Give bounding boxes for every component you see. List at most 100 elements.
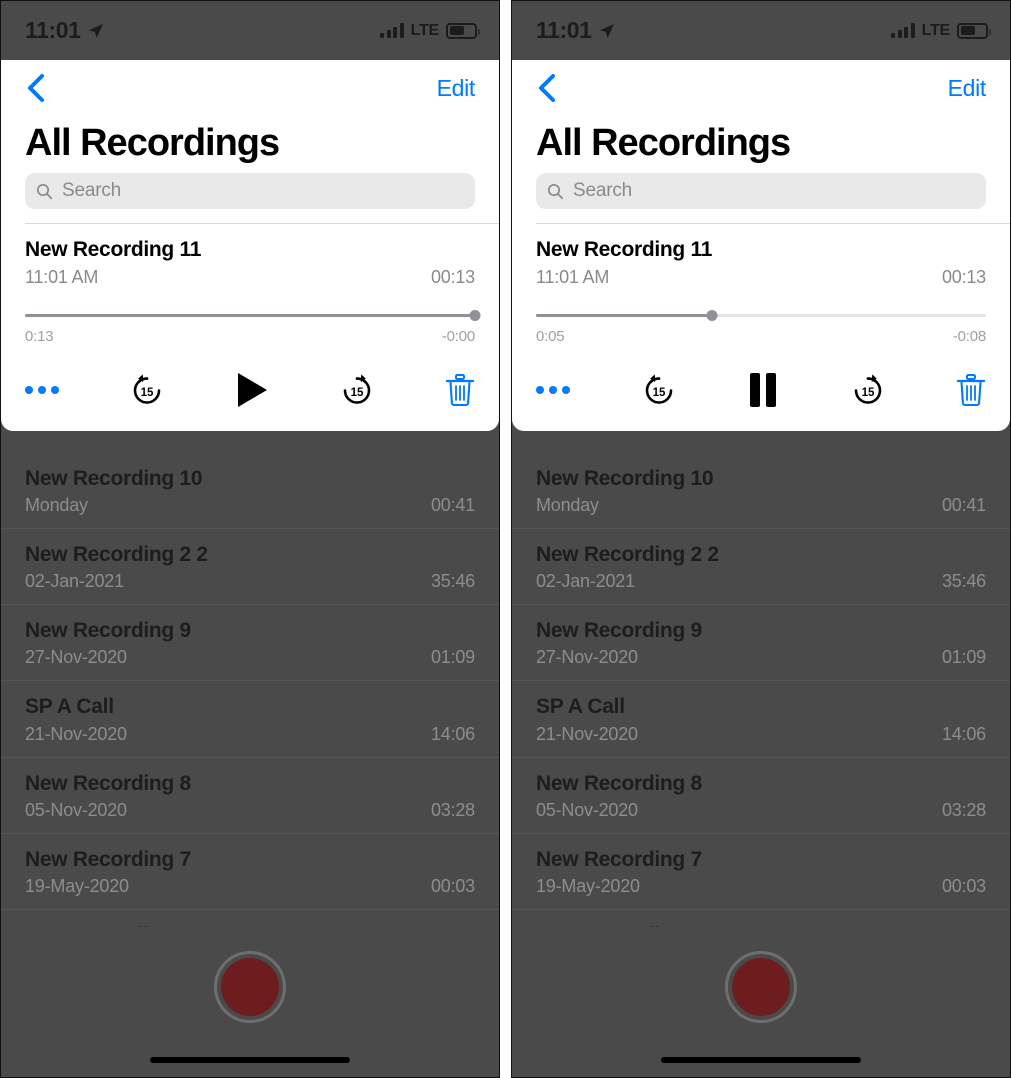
location-arrow-icon xyxy=(599,23,614,38)
play-button[interactable] xyxy=(235,371,269,409)
recording-title: SP A Call xyxy=(536,695,625,719)
list-item[interactable]: New Recording 2 2 02-Jan-2021 35:46 xyxy=(1,529,499,606)
record-button[interactable] xyxy=(725,951,797,1023)
list-item[interactable]: New Recording 7 19-May-2020 00:03 xyxy=(1,834,499,910)
status-bar-right: LTE xyxy=(380,21,480,40)
record-button-icon xyxy=(732,958,790,1016)
list-item[interactable]: New Recording 8 05-Nov-2020 03:28 xyxy=(1,758,499,834)
edit-button[interactable]: Edit xyxy=(948,75,987,102)
playback-scrubber[interactable] xyxy=(25,310,481,322)
player-title: New Recording 11 xyxy=(25,238,202,261)
list-item[interactable]: New Recording 8 05-Nov-2020 03:28 xyxy=(512,758,1010,834)
chevron-left-icon[interactable] xyxy=(536,73,558,103)
more-dots-icon xyxy=(25,386,59,395)
player-duration: 00:13 xyxy=(941,267,986,288)
page-title: All Recordings xyxy=(536,122,791,164)
recording-duration: 01:09 xyxy=(430,647,475,668)
trash-icon xyxy=(956,374,986,407)
elapsed-time: 0:13 xyxy=(25,328,54,346)
search-input[interactable]: Search xyxy=(25,173,475,209)
recording-date: 02-Jan-2021 xyxy=(536,571,635,592)
more-dots-icon xyxy=(536,386,570,395)
recording-duration: 35:46 xyxy=(430,571,475,592)
chevron-left-icon[interactable] xyxy=(25,73,47,103)
record-button[interactable] xyxy=(214,951,286,1023)
list-item[interactable]: New Recording 2 2 02-Jan-2021 35:46 xyxy=(512,529,1010,606)
battery-icon xyxy=(446,22,480,39)
skip-forward-15-button[interactable]: 15 xyxy=(850,372,886,408)
more-options-button[interactable] xyxy=(536,386,570,395)
pause-button[interactable] xyxy=(747,371,779,409)
cellular-signal-icon xyxy=(380,23,404,38)
list-item[interactable]: SP A Call 21-Nov-2020 14:06 xyxy=(1,681,499,758)
screenshot-root: New Recording 10 Monday 00:41 New Record… xyxy=(0,0,1011,1078)
recording-duration: 14:06 xyxy=(941,723,986,744)
recording-duration: 00:41 xyxy=(430,495,475,516)
play-icon xyxy=(238,373,267,408)
nav-bar: Edit xyxy=(1,60,499,116)
recording-title: New Recording 10 xyxy=(25,467,203,490)
list-item[interactable]: SP A Call 21-Nov-2020 14:06 xyxy=(512,681,1010,758)
recording-date: 19-May-2020 xyxy=(536,875,640,896)
list-item[interactable]: New Recording 10 Monday 00:41 xyxy=(512,453,1010,530)
home-indicator[interactable] xyxy=(150,1057,350,1063)
recording-date: 19-May-2020 xyxy=(25,875,129,896)
recording-duration: 01:09 xyxy=(941,647,986,668)
recording-title: New Recording 2 2 xyxy=(536,543,719,567)
skip-back-15-button[interactable]: 15 xyxy=(641,372,677,408)
recording-title: New Recording 7 xyxy=(25,847,191,871)
recording-duration: 00:41 xyxy=(941,495,986,516)
search-placeholder: Search xyxy=(573,180,633,201)
remaining-time: -0:00 xyxy=(441,328,475,346)
recording-date: Monday xyxy=(25,495,88,516)
status-bar-left: 11:01 xyxy=(536,17,615,44)
skip-back-15-button[interactable]: 15 xyxy=(129,372,165,408)
search-icon xyxy=(36,183,53,199)
skip-forward-15-icon: 15 xyxy=(854,374,881,404)
recording-title: New Recording 8 xyxy=(25,771,191,795)
delete-button[interactable] xyxy=(445,373,475,407)
top-sheet: 11:01 LTE Edit All Recordings Search New… xyxy=(512,1,1010,432)
scrubber-thumb[interactable] xyxy=(469,310,481,322)
svg-text:15: 15 xyxy=(861,387,874,399)
player-controls: 15 15 xyxy=(536,371,986,431)
list-item[interactable]: New Recording 9 27-Nov-2020 01:09 xyxy=(512,605,1010,682)
status-time: 11:01 xyxy=(25,17,81,43)
recording-date: 27-Nov-2020 xyxy=(25,647,127,668)
list-item[interactable]: New Recording 9 27-Nov-2020 01:09 xyxy=(1,605,499,682)
recording-duration: 35:46 xyxy=(941,571,986,592)
home-indicator[interactable] xyxy=(661,1057,861,1063)
more-options-button[interactable] xyxy=(25,386,59,395)
delete-button[interactable] xyxy=(956,373,986,407)
remaining-time: -0:08 xyxy=(952,328,986,346)
page-title: All Recordings xyxy=(25,122,280,164)
edit-button[interactable]: Edit xyxy=(437,75,476,102)
recording-title: SP A Call xyxy=(25,695,114,719)
list-item[interactable]: New Recording 7 19-May-2020 00:03 xyxy=(512,834,1010,910)
recording-title: New Recording 2 2 xyxy=(25,543,208,567)
recording-title: New Recording 9 xyxy=(25,619,191,643)
player-duration: 00:13 xyxy=(430,267,475,288)
nav-bar: Edit xyxy=(512,60,1010,116)
pause-icon xyxy=(750,373,776,408)
skip-forward-15-button[interactable]: 15 xyxy=(339,372,375,408)
record-bar xyxy=(1,927,499,1077)
network-label: LTE xyxy=(410,21,440,39)
list-item[interactable]: New Recording 10 Monday 00:41 xyxy=(1,453,499,530)
recording-duration: 14:06 xyxy=(430,723,475,744)
playback-scrubber[interactable] xyxy=(536,310,986,322)
player-controls: 15 15 xyxy=(25,371,475,431)
battery-icon xyxy=(957,22,991,39)
record-button-icon xyxy=(221,958,279,1016)
recording-date: 05-Nov-2020 xyxy=(25,799,127,820)
recording-date: 02-Jan-2021 xyxy=(25,571,124,592)
panel-gap xyxy=(500,0,511,1078)
recording-date: Monday xyxy=(536,495,599,516)
status-bar-left: 11:01 xyxy=(25,17,104,44)
svg-text:15: 15 xyxy=(652,387,665,399)
search-input[interactable]: Search xyxy=(536,173,986,209)
scrubber-thumb[interactable] xyxy=(706,310,717,322)
expanded-player-card: New Recording 11 11:01 AM 00:13 0:13 -0:… xyxy=(1,224,499,431)
right-phone-panel: New Recording 10 Monday 00:41 New Record… xyxy=(511,0,1011,1078)
recording-date: 21-Nov-2020 xyxy=(536,723,638,744)
